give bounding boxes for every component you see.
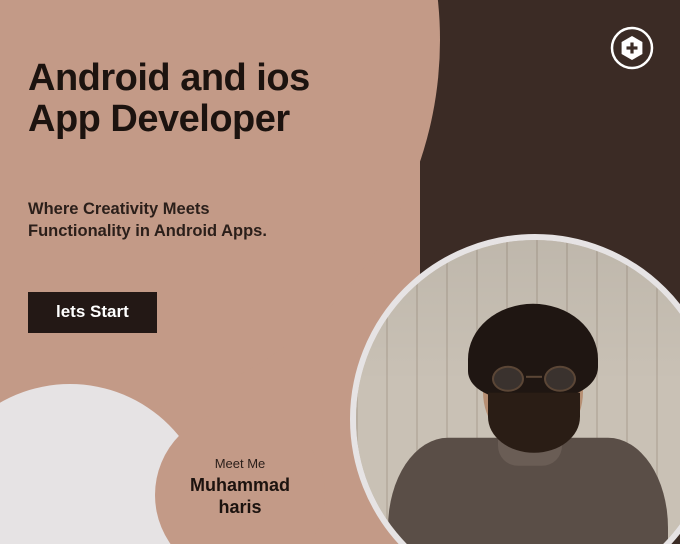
tagline-text: Where Creativity Meets Functionality in …	[28, 198, 288, 243]
meet-me-badge: Meet Me Muhammad haris	[155, 410, 325, 544]
plus-hexagon-icon	[610, 26, 654, 70]
headline-line1: Android and ios	[28, 57, 310, 99]
lets-start-button[interactable]: lets Start	[28, 292, 157, 333]
profile-photo	[350, 234, 680, 544]
profile-photo-inner	[356, 240, 680, 544]
glasses-icon	[492, 366, 576, 392]
photo-person	[388, 308, 668, 544]
developer-name-line2: haris	[218, 497, 261, 517]
promo-card: Meet Me Muhammad haris Android and ios A…	[0, 0, 680, 544]
developer-name-line1: Muhammad	[190, 475, 290, 495]
meet-me-label: Meet Me	[215, 456, 266, 471]
developer-name: Muhammad haris	[190, 475, 290, 518]
headline: Android and ios App Developer	[28, 58, 310, 140]
headline-line2: App Developer	[28, 98, 290, 140]
